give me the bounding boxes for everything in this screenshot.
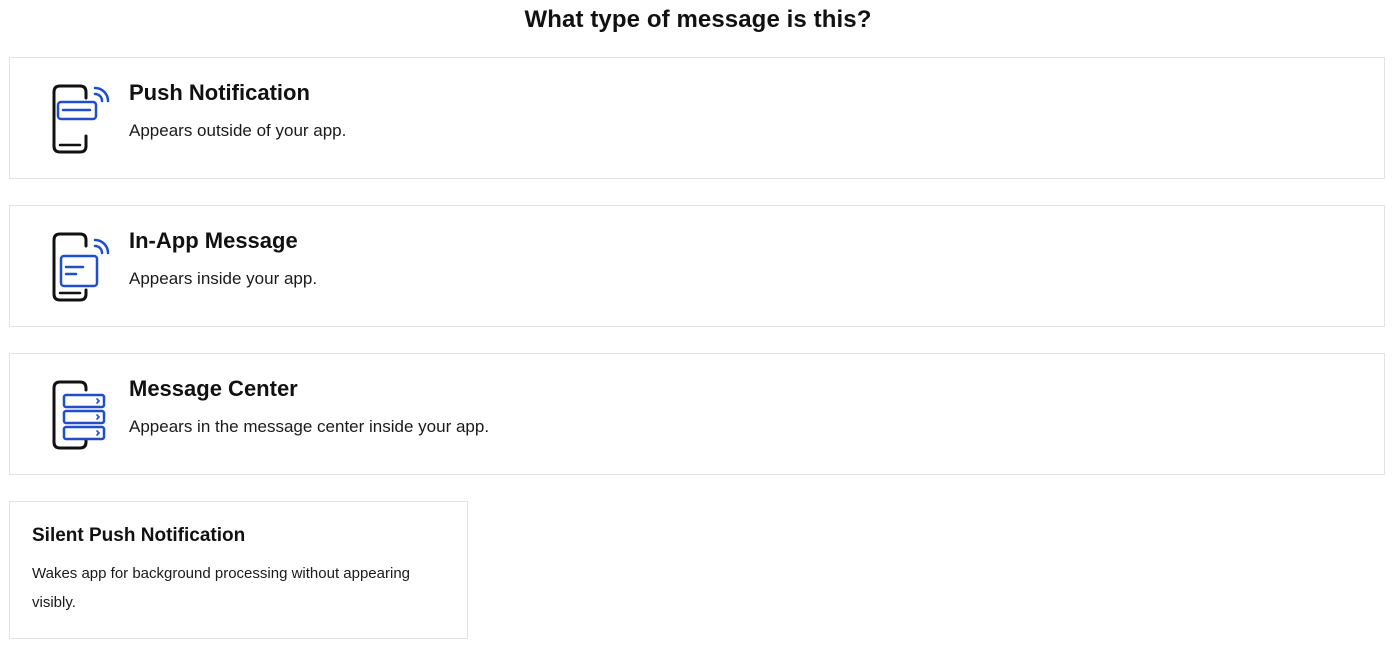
option-title: Push Notification [129,80,310,105]
option-silent-push-notification[interactable]: Silent Push Notification Wakes app for b… [9,501,468,639]
option-title: Message Center [129,376,298,401]
option-description: Wakes app for background processing with… [32,565,411,611]
option-description: Appears inside your app. [129,269,318,288]
option-title: In-App Message [129,228,298,253]
option-push-notification[interactable]: Push Notification Appears outside of you… [9,57,1385,179]
option-in-app-message[interactable]: In-App Message Appears inside your app. [9,205,1385,327]
option-title: Silent Push Notification [32,525,246,546]
option-description: Appears outside of your app. [129,121,347,140]
option-message-center[interactable]: Message Center Appears in the message ce… [9,353,1385,475]
in-app-message-icon [52,232,110,302]
push-notification-icon [52,84,110,154]
option-description: Appears in the message center inside you… [129,417,490,436]
message-type-page: What type of message is this? Push Notif… [0,0,1400,650]
message-center-icon [52,380,106,450]
page-title: What type of message is this? [524,6,872,33]
